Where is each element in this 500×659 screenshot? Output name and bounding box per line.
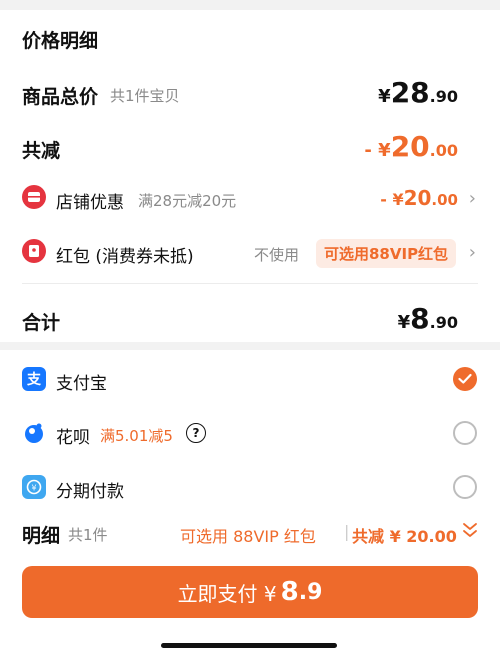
summary-separator: | <box>344 522 350 541</box>
total-decimal: .90 <box>429 313 458 332</box>
divider <box>22 283 478 284</box>
discount-integer: 20 <box>403 186 432 210</box>
payment-method-installment[interactable]: 分期付款 <box>56 477 124 502</box>
items-total-price: ¥28.90 <box>378 76 458 109</box>
store-discount-icon <box>22 185 46 209</box>
yen-symbol: ¥ <box>378 86 391 107</box>
pay-now-button[interactable]: 立即支付 ¥ 8 .9 <box>22 566 478 618</box>
items-count: 共1件宝贝 <box>110 87 180 105</box>
price-detail-panel: 价格明细 商品总价 共1件宝贝 ¥28.90 共减 - ¥20.00 店铺优惠 … <box>0 10 500 342</box>
price-decimal: .90 <box>429 87 458 106</box>
expand-chevron-icon[interactable] <box>462 521 478 543</box>
red-packet-status[interactable]: 不使用 <box>254 244 299 265</box>
pay-button-decimal: .9 <box>298 579 323 605</box>
yen-symbol: ¥ <box>397 312 411 333</box>
chevron-right-icon[interactable]: › <box>469 242 476 263</box>
help-icon[interactable]: ? <box>186 423 206 443</box>
items-total-label: 商品总价 <box>22 86 99 108</box>
store-discount-amount[interactable]: - ¥20.00 <box>380 186 458 210</box>
alipay-radio-checked[interactable] <box>453 367 477 391</box>
summary-label: 明细 <box>22 525 61 547</box>
red-packet-icon <box>22 239 46 263</box>
home-indicator <box>161 643 337 648</box>
vip-red-packet-badge[interactable]: 可选用88VIP红包 <box>316 239 457 268</box>
pay-button-integer: 8 <box>280 577 299 607</box>
discount-prefix: - ¥ <box>380 190 404 209</box>
reduction-amount: - ¥20.00 <box>364 130 458 163</box>
alipay-icon: 支 <box>22 367 46 391</box>
reduction-integer: 20 <box>390 130 430 163</box>
reduction-decimal: .00 <box>429 141 458 160</box>
reduction-prefix: - ¥ <box>364 140 391 161</box>
svg-text:¥: ¥ <box>31 484 36 493</box>
total-price: ¥8.90 <box>398 302 458 335</box>
store-discount-label: 店铺优惠 <box>56 193 124 213</box>
huabei-icon <box>22 421 46 445</box>
payment-method-huabei[interactable]: 花呗 <box>56 423 90 448</box>
total-integer: 8 <box>410 302 430 335</box>
summary-reduction: 共减 ¥ 20.00 <box>352 527 457 546</box>
installment-radio[interactable] <box>453 475 477 499</box>
store-discount-rule: 满28元减20元 <box>138 192 237 210</box>
red-packet-label: 红包 (消费券未抵) <box>56 247 194 267</box>
price-integer: 28 <box>390 76 430 109</box>
huabei-promo: 满5.01减5 <box>100 427 173 445</box>
total-label: 合计 <box>22 312 61 334</box>
price-detail-title: 价格明细 <box>22 30 99 52</box>
reduction-label: 共减 <box>22 140 61 162</box>
summary-count: 共1件 <box>68 526 108 544</box>
huabei-radio[interactable] <box>453 421 477 445</box>
payment-method-alipay[interactable]: 支付宝 <box>56 369 107 394</box>
discount-decimal: .00 <box>431 191 458 209</box>
chevron-right-icon[interactable]: › <box>469 188 476 209</box>
installment-icon: ¥ <box>22 475 46 499</box>
pay-button-label: 立即支付 ¥ <box>177 581 277 606</box>
summary-vip-link[interactable]: 可选用 88VIP 红包 <box>180 523 316 547</box>
